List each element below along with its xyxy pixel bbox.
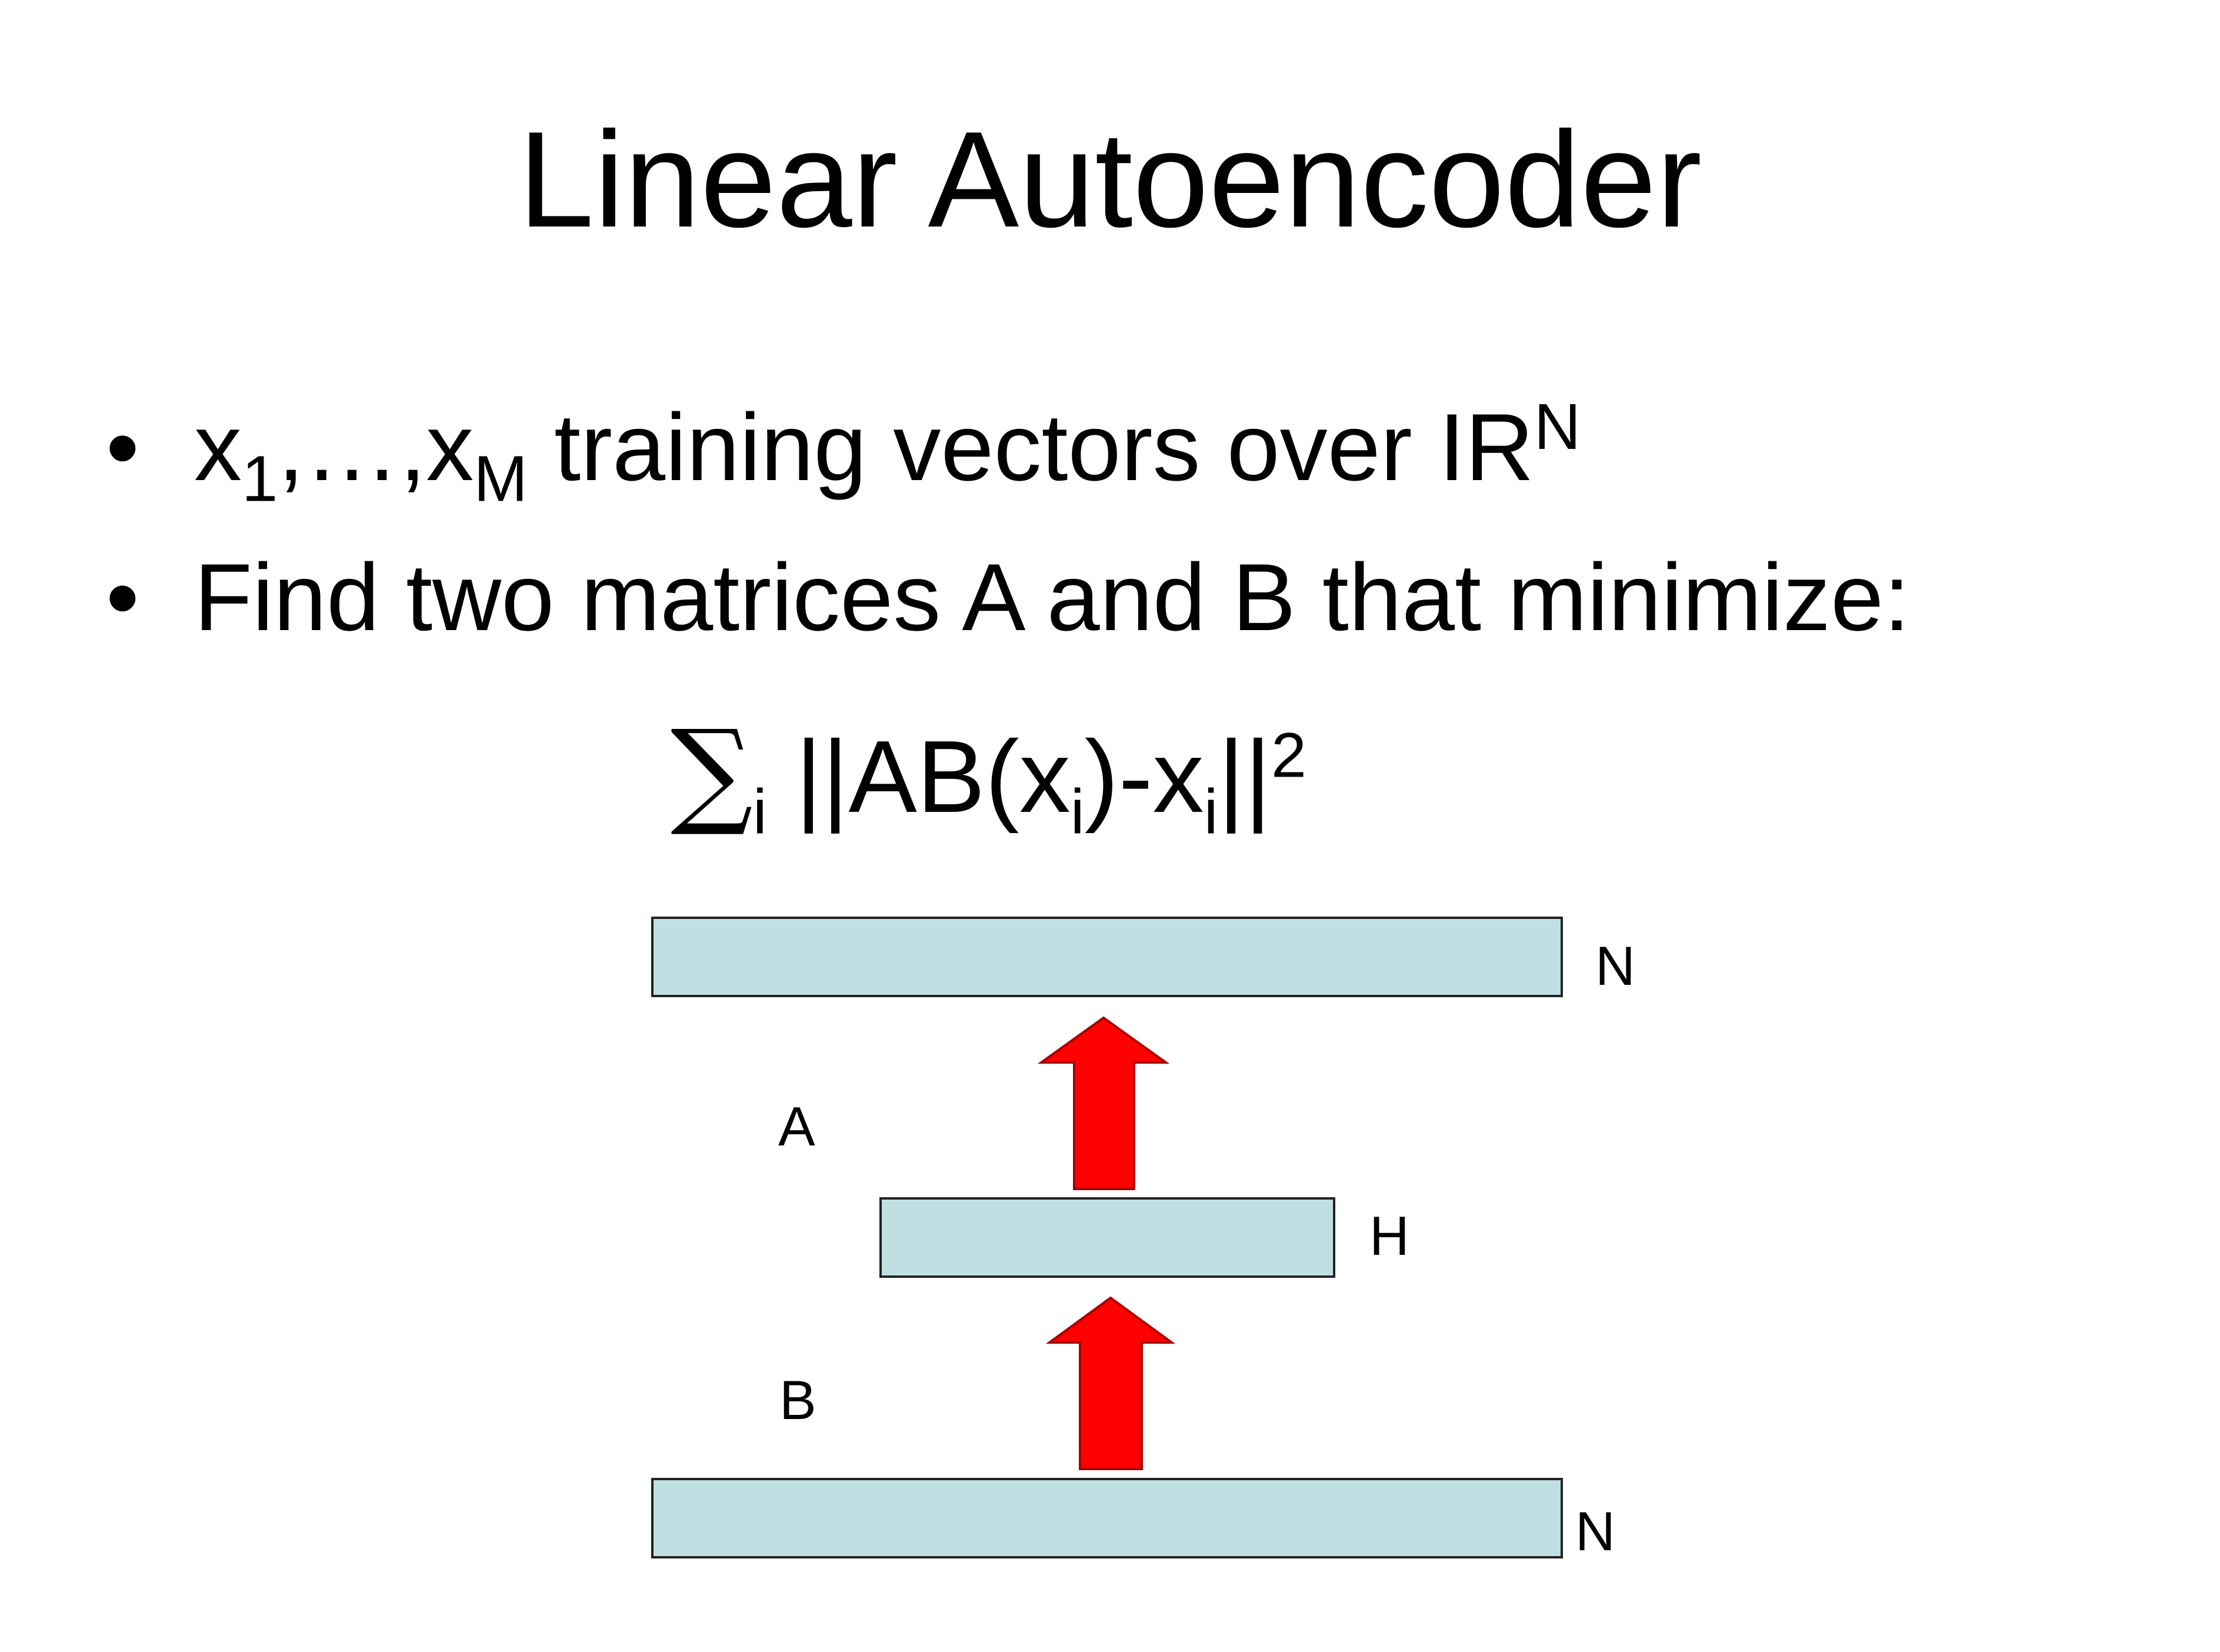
layer-output-label: N (1595, 935, 1635, 997)
layer-hidden-box (879, 1197, 1335, 1278)
layer-input-label: N (1575, 1500, 1615, 1562)
layer-hidden-label: H (1369, 1205, 1409, 1267)
matrix-a-label: A (778, 1095, 815, 1157)
layer-output-box (651, 917, 1563, 997)
arrow-up-icon (1045, 1296, 1176, 1470)
layer-input-box (651, 1478, 1563, 1558)
arrow-up-icon (1037, 1016, 1170, 1190)
matrix-b-label: B (779, 1369, 816, 1431)
autoencoder-diagram (651, 917, 1563, 1558)
